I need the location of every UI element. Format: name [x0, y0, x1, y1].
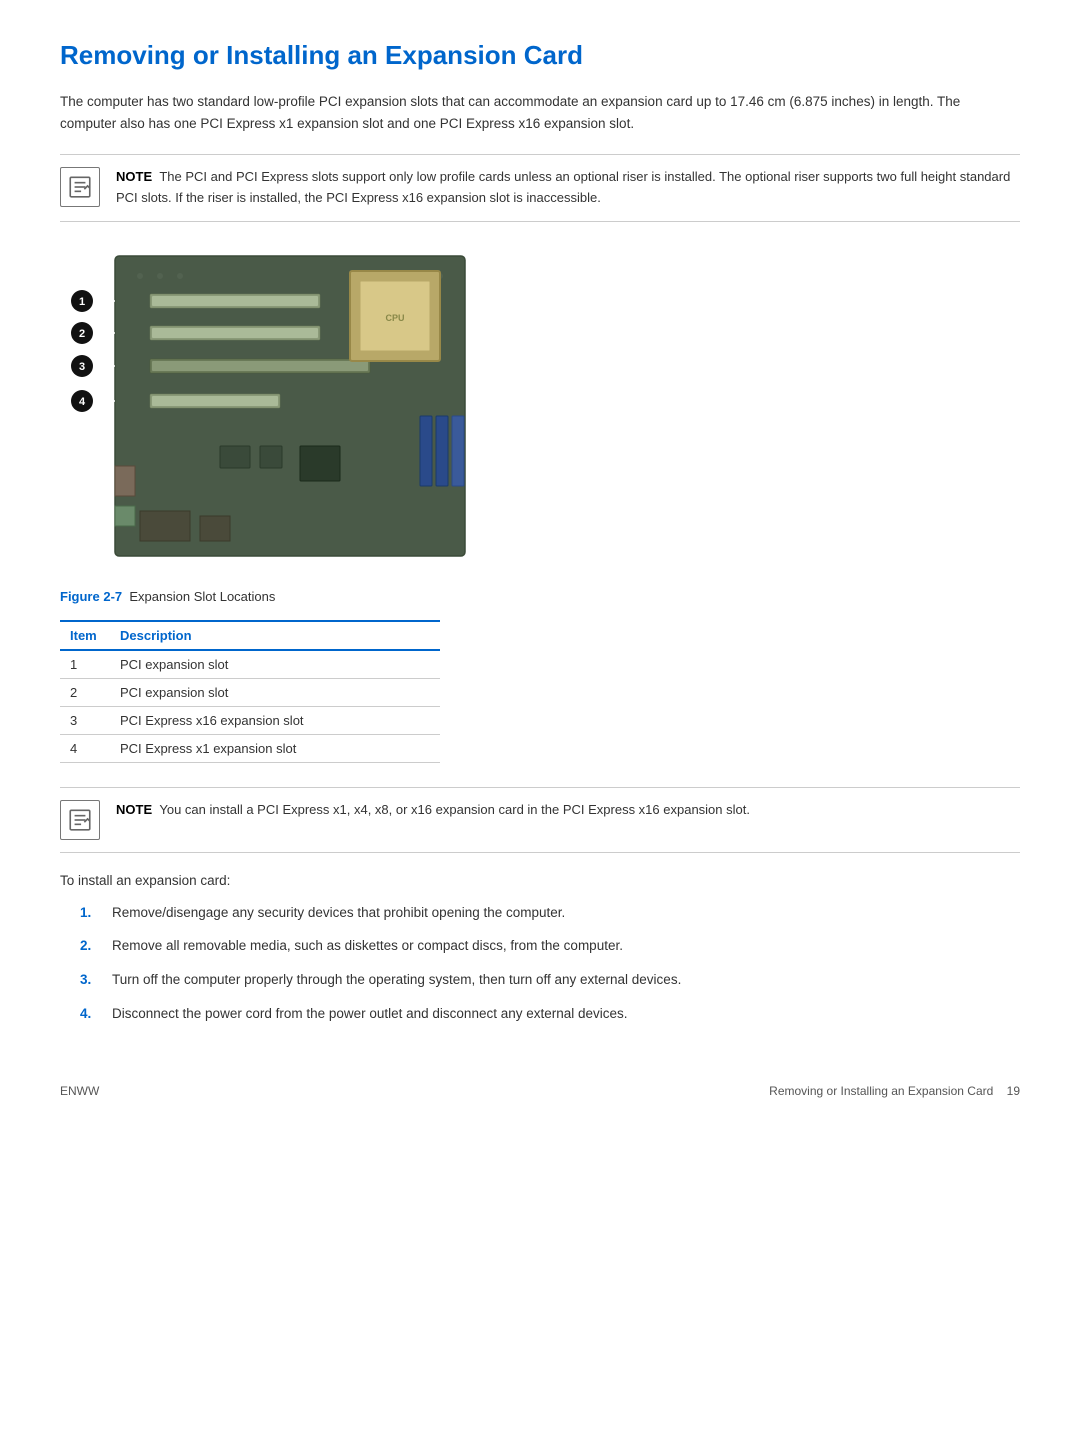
table-cell-item: 4	[60, 734, 110, 762]
col-header-description: Description	[110, 621, 440, 650]
note1-label: NOTE	[116, 169, 152, 184]
table-cell-item: 1	[60, 650, 110, 679]
step-text: Remove all removable media, such as disk…	[112, 935, 623, 957]
step-number: 3.	[80, 969, 100, 991]
list-item: 3. Turn off the computer properly throug…	[80, 969, 1020, 991]
note1-text: NOTE The PCI and PCI Express slots suppo…	[116, 167, 1020, 209]
table-row: 1 PCI expansion slot	[60, 650, 440, 679]
note-icon-2	[60, 800, 100, 840]
motherboard-diagram: CPU 1 2 3	[60, 246, 480, 576]
table-cell-item: 3	[60, 706, 110, 734]
step-number: 4.	[80, 1003, 100, 1025]
item-description-table: Item Description 1 PCI expansion slot 2 …	[60, 620, 440, 763]
table-cell-description: PCI expansion slot	[110, 678, 440, 706]
page-footer: ENWW Removing or Installing an Expansion…	[60, 1074, 1020, 1098]
note-icon-1	[60, 167, 100, 207]
table-cell-description: PCI expansion slot	[110, 650, 440, 679]
note2-label: NOTE	[116, 802, 152, 817]
svg-text:1: 1	[79, 296, 85, 308]
table-header-row: Item Description	[60, 621, 440, 650]
svg-text:CPU: CPU	[385, 313, 404, 323]
figure-caption: Figure 2-7 Expansion Slot Locations	[60, 589, 1020, 604]
page-title: Removing or Installing an Expansion Card	[60, 40, 1020, 71]
figure-container: CPU 1 2 3	[60, 246, 1020, 579]
note-box-2: NOTE You can install a PCI Express x1, x…	[60, 787, 1020, 853]
table-cell-description: PCI Express x1 expansion slot	[110, 734, 440, 762]
list-item: 1. Remove/disengage any security devices…	[80, 902, 1020, 924]
intro-text: The computer has two standard low-profil…	[60, 91, 1020, 134]
footer-left: ENWW	[60, 1084, 99, 1098]
svg-text:2: 2	[79, 328, 85, 340]
table-cell-item: 2	[60, 678, 110, 706]
footer-center: Removing or Installing an Expansion Card…	[769, 1084, 1020, 1098]
step-number: 2.	[80, 935, 100, 957]
list-item: 4. Disconnect the power cord from the po…	[80, 1003, 1020, 1025]
steps-list: 1. Remove/disengage any security devices…	[80, 902, 1020, 1024]
table-row: 4 PCI Express x1 expansion slot	[60, 734, 440, 762]
figure-number: Figure 2-7	[60, 589, 122, 604]
svg-text:4: 4	[79, 396, 86, 408]
svg-text:3: 3	[79, 361, 85, 373]
note-box-1: NOTE The PCI and PCI Express slots suppo…	[60, 154, 1020, 222]
note2-text: NOTE You can install a PCI Express x1, x…	[116, 800, 750, 821]
table-row: 3 PCI Express x16 expansion slot	[60, 706, 440, 734]
to-install-text: To install an expansion card:	[60, 873, 1020, 888]
step-number: 1.	[80, 902, 100, 924]
step-text: Remove/disengage any security devices th…	[112, 902, 565, 924]
list-item: 2. Remove all removable media, such as d…	[80, 935, 1020, 957]
step-text: Turn off the computer properly through t…	[112, 969, 681, 991]
col-header-item: Item	[60, 621, 110, 650]
step-text: Disconnect the power cord from the power…	[112, 1003, 628, 1025]
table-cell-description: PCI Express x16 expansion slot	[110, 706, 440, 734]
table-row: 2 PCI expansion slot	[60, 678, 440, 706]
